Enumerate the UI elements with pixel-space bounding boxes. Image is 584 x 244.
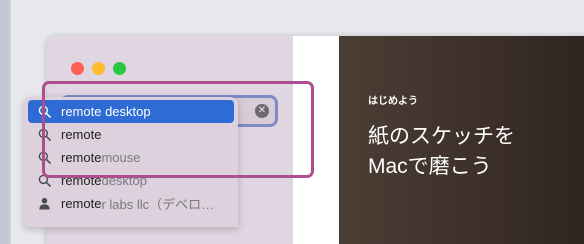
banner-title: 紙のスケッチを Macで磨こう: [368, 125, 515, 178]
search-icon: [38, 151, 51, 164]
minimize-window-button[interactable]: [92, 62, 105, 75]
search-icon: [38, 128, 51, 141]
main-content: はじめよう 紙のスケッチを Macで磨こう: [293, 36, 584, 244]
suggestion-text: remote: [61, 150, 102, 165]
window-controls: [71, 62, 126, 75]
search-suggestions-dropdown: remote desktop remote remote mouse remot…: [24, 97, 238, 227]
clear-x-icon[interactable]: ✕: [255, 104, 269, 118]
suggestion-text: remote desktop: [61, 104, 151, 119]
suggestion-item[interactable]: remote: [28, 123, 234, 146]
suggestion-completion: r labs llc（デベロ…: [101, 197, 215, 212]
featured-banner[interactable]: はじめよう 紙のスケッチを Macで磨こう: [339, 36, 584, 244]
suggestion-completion: mouse: [101, 150, 141, 165]
banner-eyebrow: はじめよう: [368, 96, 418, 107]
person-icon: [39, 197, 50, 210]
content-gutter: [293, 36, 339, 244]
suggestion-item[interactable]: remote desktop: [28, 169, 234, 192]
suggestion-item[interactable]: remote r labs llc（デベロ…: [28, 192, 234, 215]
zoom-window-button[interactable]: [113, 62, 126, 75]
search-icon: [38, 174, 51, 187]
suggestion-item[interactable]: remote desktop: [28, 100, 234, 123]
close-window-button[interactable]: [71, 62, 84, 75]
suggestion-completion: desktop: [101, 173, 148, 188]
suggestion-text: remote: [61, 196, 102, 211]
search-icon: [38, 105, 51, 118]
suggestion-text: remote: [61, 127, 102, 142]
suggestion-item[interactable]: remote mouse: [28, 146, 234, 169]
suggestion-text: remote: [61, 173, 102, 188]
